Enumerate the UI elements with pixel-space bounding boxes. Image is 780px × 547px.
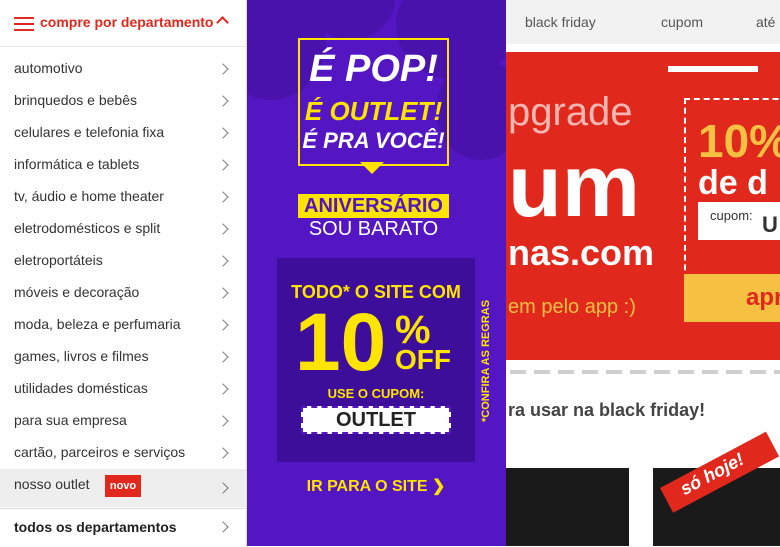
- chevron-right-icon: [217, 521, 229, 533]
- chevron-right-icon: [217, 255, 229, 267]
- hero-de-text: de d: [698, 164, 768, 202]
- aniversario-label: ANIVERSÁRIO: [304, 195, 443, 217]
- promo-line-outlet: É OUTLET!: [304, 96, 443, 126]
- chevron-right-icon: [217, 319, 229, 331]
- nav-cupom[interactable]: cupom: [661, 14, 703, 30]
- menu-item-label: para sua empresa: [14, 412, 127, 428]
- menu-item-label: nosso outlet: [14, 476, 90, 492]
- confira-regras-label: *CONFIRA AS REGRAS: [480, 299, 492, 422]
- menu-item-label: informática e tablets: [14, 156, 140, 172]
- coupon-code-box[interactable]: OUTLET: [301, 406, 451, 434]
- menu-item-games[interactable]: games, livros e filmes: [0, 341, 246, 373]
- product-card[interactable]: [506, 468, 629, 546]
- promo-banner[interactable]: É POP! É OUTLET! É PRA VOCÊ! ANIVERSÁRIO…: [246, 0, 506, 546]
- menu-item-label: utilidades domésticas: [14, 380, 148, 396]
- menu-item-label: eletrodomésticos e split: [14, 220, 161, 236]
- menu-item-todos-departamentos[interactable]: todos os departamentos: [0, 508, 246, 547]
- menu-item-label: games, livros e filmes: [14, 348, 149, 364]
- hero-percent: 10%: [698, 115, 780, 167]
- menu-header[interactable]: compre por departamento: [0, 0, 246, 47]
- nav-ate[interactable]: até: [756, 14, 775, 30]
- menu-item-informatica[interactable]: informática e tablets: [0, 149, 246, 181]
- hero-upgrade-text: pgrade: [508, 90, 633, 134]
- menu-item-eletroportateis[interactable]: eletroportáteis: [0, 245, 246, 277]
- menu-item-cartao[interactable]: cartão, parceiros e serviços: [0, 437, 246, 469]
- menu-item-label: móveis e decoração: [14, 284, 140, 300]
- menu-title[interactable]: compre por departamento: [40, 14, 213, 30]
- chevron-right-icon: [217, 287, 229, 299]
- menu-item-label: tv, áudio e home theater: [14, 188, 164, 204]
- hero-top-bar: [668, 66, 758, 72]
- sou-barato-text: SOU BARATO: [308, 218, 439, 240]
- chevron-right-icon: [217, 63, 229, 75]
- menu-item-label: cartão, parceiros e serviços: [14, 444, 186, 460]
- promo-line-pra-voce: É PRA VOCÊ!: [302, 128, 445, 153]
- menu-item-automotivo[interactable]: automotivo: [0, 53, 246, 85]
- chevron-right-icon: [217, 383, 229, 395]
- hero-dotcom-text: nas.com: [508, 232, 655, 273]
- chevron-up-icon[interactable]: [216, 16, 229, 29]
- chevron-right-icon: [217, 447, 229, 459]
- menu-item-label: brinquedos e bebês: [14, 92, 137, 108]
- menu-item-label: automotivo: [14, 60, 83, 76]
- menu-item-tv-audio[interactable]: tv, áudio e home theater: [0, 181, 246, 213]
- ir-para-o-site-link[interactable]: IR PARA O SITE ❯: [246, 476, 506, 496]
- menu-item-moda[interactable]: moda, beleza e perfumaria: [0, 309, 246, 341]
- offer-number: 10: [295, 297, 387, 388]
- menu-all-label: todos os departamentos: [14, 519, 177, 535]
- chevron-right-icon: [217, 223, 229, 235]
- department-menu: compre por departamento automotivo brinq…: [0, 0, 247, 546]
- chevron-right-icon: [217, 191, 229, 203]
- hero-cupom-label: cupom:: [710, 208, 753, 223]
- coupon-code: OUTLET: [336, 409, 416, 431]
- nav-black-friday[interactable]: black friday: [525, 14, 596, 30]
- hero-big-text: um: [508, 136, 640, 235]
- chevron-right-icon: [217, 482, 229, 494]
- chevron-right-icon: [217, 351, 229, 363]
- chevron-right-icon: [217, 415, 229, 427]
- menu-item-empresa[interactable]: para sua empresa: [0, 405, 246, 437]
- speech-tail-icon: [360, 162, 384, 174]
- hero-cupom-value: U: [762, 212, 778, 237]
- novo-badge: novo: [105, 475, 141, 497]
- hero-app-text: em pelo app :): [508, 296, 636, 318]
- chevron-right-icon: [217, 127, 229, 139]
- menu-item-nosso-outlet[interactable]: nosso outlet novo: [0, 469, 246, 507]
- menu-item-label: eletroportáteis: [14, 252, 103, 268]
- chevron-right-icon: [217, 95, 229, 107]
- offer-off: OFF: [395, 344, 451, 375]
- menu-item-eletrodomesticos[interactable]: eletrodomésticos e split: [0, 213, 246, 245]
- offer-box: TODO* O SITE COM 10 % OFF USE O CUPOM: O…: [277, 258, 475, 462]
- promo-line-pop: É POP!: [309, 48, 438, 90]
- chevron-right-icon: [217, 159, 229, 171]
- offer-use-cupom: USE O CUPOM:: [327, 386, 425, 401]
- menu-item-utilidades[interactable]: utilidades domésticas: [0, 373, 246, 405]
- aniversario-badge: ANIVERSÁRIO: [298, 194, 449, 218]
- hero-cta-label: apr: [746, 284, 780, 311]
- hero-cta-button[interactable]: apr: [684, 274, 780, 322]
- hamburger-icon[interactable]: [14, 17, 34, 31]
- menu-item-brinquedos[interactable]: brinquedos e bebês: [0, 85, 246, 117]
- promo-title: É POP! É OUTLET! É PRA VOCÊ!: [298, 38, 449, 174]
- menu-item-label: celulares e telefonia fixa: [14, 124, 165, 140]
- menu-item-label: moda, beleza e perfumaria: [14, 316, 181, 332]
- section-title: ra usar na black friday!: [508, 400, 706, 420]
- confira-regras-link[interactable]: *CONFIRA AS REGRAS: [480, 299, 498, 422]
- menu-item-moveis[interactable]: móveis e decoração: [0, 277, 246, 309]
- menu-item-celulares[interactable]: celulares e telefonia fixa: [0, 117, 246, 149]
